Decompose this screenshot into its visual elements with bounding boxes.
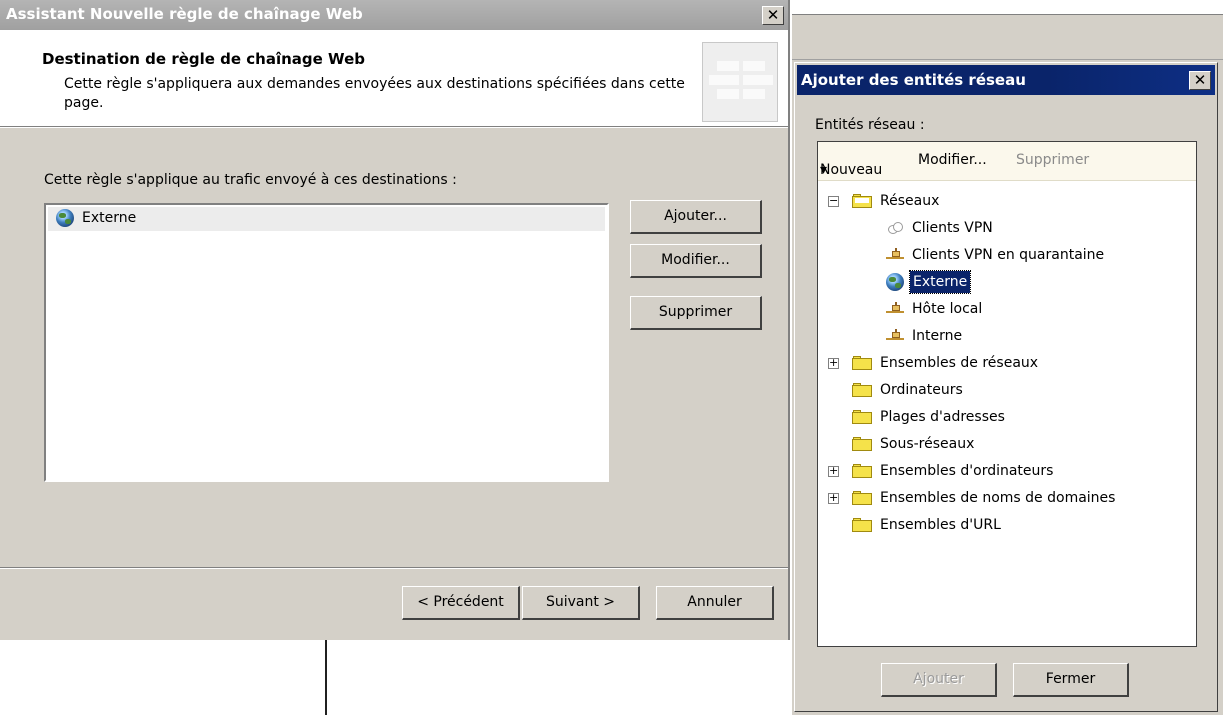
edit-button[interactable]: Modifier... <box>630 244 762 278</box>
network-icon <box>886 329 906 343</box>
edit-entity-button[interactable]: Modifier... <box>918 152 987 168</box>
tree-item-ensembles-reseaux[interactable]: + Ensembles de réseaux <box>828 352 1188 374</box>
add-network-entities-dialog: Ajouter des entités réseau ✕ Entités rés… <box>794 62 1218 712</box>
wizard-close-button[interactable]: ✕ <box>762 6 784 25</box>
tree-item-plages-adresses[interactable]: Plages d'adresses <box>828 406 1188 428</box>
tree-item-label: Réseaux <box>880 193 940 209</box>
delete-entity-button[interactable]: Supprimer <box>1016 152 1089 168</box>
dialog-add-button[interactable]: Ajouter <box>881 663 997 697</box>
close-icon: ✕ <box>1193 71 1207 89</box>
tree-item-ensembles-url[interactable]: Ensembles d'URL <box>828 514 1188 536</box>
network-icon <box>886 302 906 316</box>
list-item[interactable]: Externe <box>48 207 605 231</box>
expand-icon[interactable]: + <box>828 492 839 504</box>
cancel-button[interactable]: Annuler <box>656 586 774 620</box>
folder-icon <box>852 383 872 397</box>
folder-icon <box>852 518 872 532</box>
collapse-icon[interactable]: − <box>828 195 839 207</box>
tree-item-clients-vpn[interactable]: Clients VPN <box>886 217 1186 239</box>
next-button[interactable]: Suivant > <box>522 586 640 620</box>
tree-item-ensembles-ordinateurs[interactable]: + Ensembles d'ordinateurs <box>828 460 1188 482</box>
tree-item-label: Ensembles d'ordinateurs <box>880 463 1054 479</box>
background-line <box>325 640 327 715</box>
tree-item-label: Interne <box>912 328 963 344</box>
wizard-window: Assistant Nouvelle règle de chaînage Web… <box>0 0 790 640</box>
delete-button[interactable]: Supprimer <box>630 296 762 330</box>
tree-item-label: Hôte local <box>912 301 983 317</box>
expand-icon[interactable]: + <box>828 357 839 369</box>
wizard-logo-icon <box>702 42 778 122</box>
network-icon <box>886 248 906 262</box>
list-item-label: Externe <box>82 210 137 226</box>
window-border <box>788 0 790 640</box>
tree-item-label: Ensembles de noms de domaines <box>880 490 1116 506</box>
folder-icon <box>852 464 872 478</box>
tree-item-label: Ordinateurs <box>880 382 963 398</box>
rule-label: Cette règle s'applique au trafic envoyé … <box>44 172 457 188</box>
close-icon: ✕ <box>766 6 780 24</box>
wizard-description: Cette règle s'appliquera aux demandes en… <box>64 76 685 111</box>
tree-item-clients-vpn-quarantaine[interactable]: Clients VPN en quarantaine <box>886 244 1186 266</box>
header-divider <box>0 127 790 128</box>
footer-divider <box>0 567 790 569</box>
dialog-title-bar: Ajouter des entités réseau ✕ <box>797 65 1215 95</box>
tree-item-label: Ensembles d'URL <box>880 517 1001 533</box>
tree-item-sous-reseaux[interactable]: Sous-réseaux <box>828 433 1188 455</box>
tree-item-label: Ensembles de réseaux <box>880 355 1039 371</box>
tree-item-label: Plages d'adresses <box>880 409 1005 425</box>
tree-item-hote-local[interactable]: Hôte local <box>886 298 1186 320</box>
tree-item-label: Clients VPN en quarantaine <box>912 247 1105 263</box>
tree-item-label: Clients VPN <box>912 220 993 236</box>
chevron-down-icon: ▾ <box>820 162 828 178</box>
tree-item-reseaux[interactable]: − Réseaux <box>828 190 1188 212</box>
tree-item-label: Sous-réseaux <box>880 436 975 452</box>
folder-icon <box>852 356 872 370</box>
folder-icon <box>852 491 872 505</box>
dialog-title: Ajouter des entités réseau <box>801 71 1026 89</box>
folder-icon <box>852 437 872 451</box>
entities-panel: Nouveau ▾ Modifier... Supprimer − Réseau… <box>817 141 1197 647</box>
expand-icon[interactable]: + <box>828 465 839 477</box>
folder-icon <box>852 410 872 424</box>
tree-item-ensembles-noms-domaines[interactable]: + Ensembles de noms de domaines <box>828 487 1196 509</box>
background-strip <box>792 15 1223 60</box>
wizard-header: Destination de règle de chaînage Web Cet… <box>0 30 790 127</box>
new-label: Nouveau <box>820 162 883 178</box>
wizard-title: Assistant Nouvelle règle de chaînage Web <box>6 5 363 23</box>
cloud-icon <box>886 221 904 235</box>
open-folder-icon <box>852 194 872 208</box>
tree-item-label: Externe <box>908 270 972 294</box>
globe-icon <box>56 209 74 227</box>
wizard-title-bar: Assistant Nouvelle règle de chaînage Web… <box>0 0 790 30</box>
tree-item-externe[interactable]: Externe <box>886 270 1186 294</box>
dialog-close-button[interactable]: ✕ <box>1189 71 1211 90</box>
back-button[interactable]: < Précédent <box>402 586 520 620</box>
dialog-close-text-button[interactable]: Fermer <box>1013 663 1129 697</box>
wizard-heading: Destination de règle de chaînage Web <box>42 50 365 68</box>
entities-label: Entités réseau : <box>815 117 925 133</box>
entities-toolbar: Nouveau ▾ Modifier... Supprimer <box>818 142 1196 181</box>
add-button[interactable]: Ajouter... <box>630 200 762 234</box>
globe-icon <box>886 273 904 291</box>
tree-item-interne[interactable]: Interne <box>886 325 1186 347</box>
background-strip <box>792 0 1223 15</box>
tree-item-ordinateurs[interactable]: Ordinateurs <box>828 379 1188 401</box>
destination-list[interactable]: Externe <box>44 203 609 482</box>
